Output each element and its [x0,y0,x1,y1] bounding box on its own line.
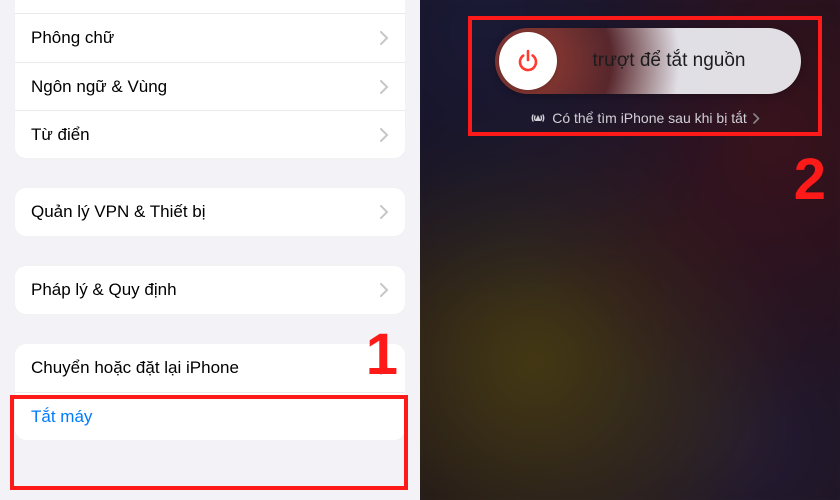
poweroff-screen: trượt để tắt nguồn Có thể tìm iPhone sau… [420,0,840,500]
row-legal[interactable]: Pháp lý & Quy định [15,266,405,314]
chevron-right-icon [380,80,389,94]
chevron-right-icon [380,205,389,219]
row-label: Ngôn ngữ & Vùng [31,77,380,97]
annotation-step-2: 2 [794,146,826,213]
power-off-slider[interactable]: trượt để tắt nguồn [495,28,801,94]
row-transfer-reset[interactable]: Chuyển hoặc đặt lại iPhone [15,344,405,392]
slider-knob[interactable] [499,32,557,90]
row-fonts[interactable]: Phông chữ [15,14,405,62]
row-shutdown[interactable]: Tắt máy [15,392,405,440]
chevron-right-icon [380,31,389,45]
chevron-right-icon [753,113,760,124]
row-label: Quản lý VPN & Thiết bị [31,202,380,222]
row-dictionary[interactable]: Từ điển [15,110,405,158]
row-label: Chuyển hoặc đặt lại iPhone [31,358,380,378]
settings-list: Phông chữ Ngôn ngữ & Vùng Từ điển Quản l… [0,0,420,500]
find-iphone-link[interactable]: Có thể tìm iPhone sau khi bị tắt [490,110,800,126]
partial-row-top [14,0,406,14]
row-vpn-devices[interactable]: Quản lý VPN & Thiết bị [15,188,405,236]
row-language-region[interactable]: Ngôn ngữ & Vùng [15,62,405,110]
chevron-right-icon [380,283,389,297]
row-label: Phông chữ [31,28,380,48]
group-legal: Pháp lý & Quy định [14,265,406,315]
annotation-step-1: 1 [366,321,398,388]
row-label: Tắt máy [31,407,389,427]
group-reset: Chuyển hoặc đặt lại iPhone Tắt máy [14,343,406,441]
find-iphone-label: Có thể tìm iPhone sau khi bị tắt [552,110,747,126]
group-general-1: Phông chữ Ngôn ngữ & Vùng Từ điển [14,14,406,159]
row-label: Pháp lý & Quy định [31,280,380,300]
row-label: Từ điển [31,125,380,145]
slider-label: trượt để tắt nguồn [557,50,801,72]
group-vpn: Quản lý VPN & Thiết bị [14,187,406,237]
power-icon [515,48,541,74]
location-broadcast-icon [530,110,546,126]
chevron-right-icon [380,128,389,142]
